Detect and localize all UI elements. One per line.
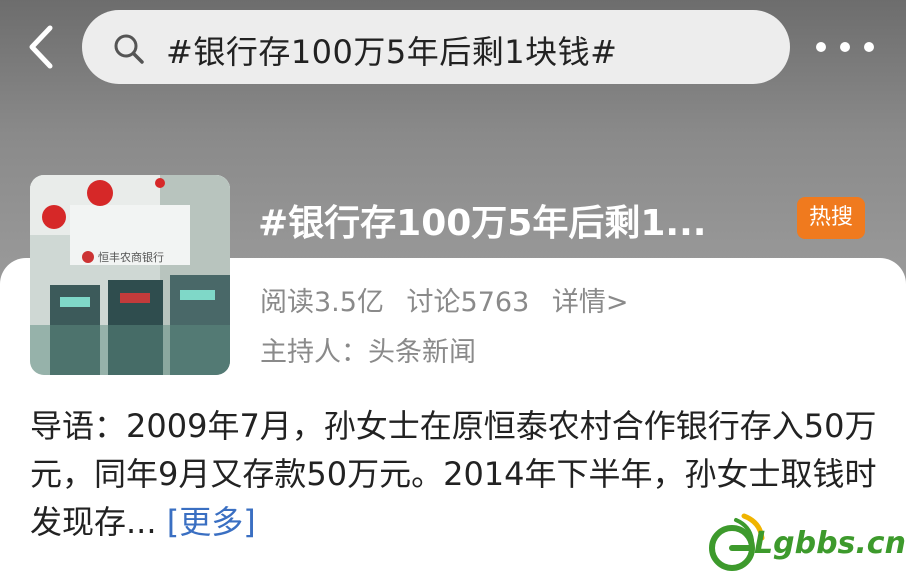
- hot-search-badge: 热搜: [797, 197, 865, 239]
- details-link[interactable]: 详情>: [552, 287, 629, 318]
- site-watermark: Lgbbs.cn: [706, 512, 906, 576]
- topic-thumbnail[interactable]: 恒丰农商银行: [30, 175, 230, 375]
- bank-sign-text: 恒丰农商银行: [98, 250, 164, 264]
- back-button[interactable]: [20, 22, 64, 72]
- more-dot-icon: [816, 42, 826, 52]
- more-dot-icon: [864, 42, 874, 52]
- search-query[interactable]: #银行存100万5年后剩1块钱#: [166, 27, 617, 73]
- discussion-count: 讨论5763: [406, 287, 530, 318]
- more-options-button[interactable]: [816, 38, 878, 58]
- topic-stats: 阅读3.5亿 讨论5763 详情>: [260, 280, 642, 319]
- bank-hall-image: 恒丰农商银行: [30, 175, 230, 375]
- topic-title[interactable]: #银行存100万5年后剩1...: [258, 194, 706, 246]
- search-icon: [114, 34, 144, 64]
- more-dot-icon: [840, 42, 850, 52]
- back-arrow-icon: [29, 25, 53, 69]
- read-count: 阅读3.5亿: [260, 287, 384, 318]
- watermark-text: Lgbbs.cn: [754, 526, 906, 561]
- topic-host: 主持人：头条新闻: [260, 337, 476, 368]
- more-link[interactable]: [更多]: [167, 503, 256, 541]
- search-bar[interactable]: #银行存100万5年后剩1块钱#: [82, 10, 790, 84]
